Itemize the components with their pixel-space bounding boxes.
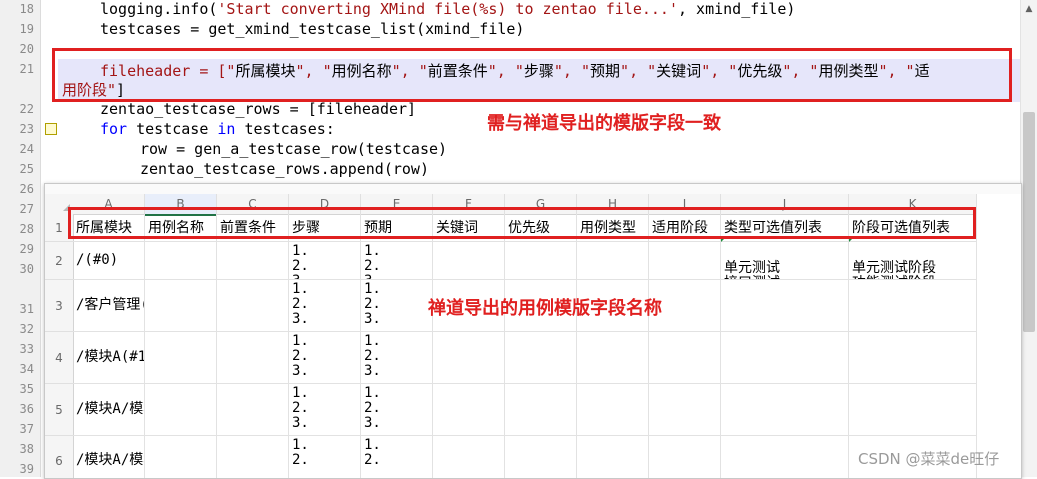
line-number: 29	[19, 242, 34, 256]
sheet-cell[interactable]	[849, 280, 977, 332]
sheet-cell[interactable]: 1. 2. 3.	[289, 280, 361, 332]
sheet-cell[interactable]	[433, 242, 505, 280]
line-number: 35	[19, 382, 34, 396]
annotation-template-match: 需与禅道导出的模版字段一致	[487, 113, 721, 134]
sheet-cell[interactable]	[217, 242, 289, 280]
sheet-cell[interactable]: 单元测试 接口测试	[721, 242, 849, 280]
row-header[interactable]: 5	[45, 384, 74, 436]
line-number: 31	[19, 302, 34, 316]
line-number: 18	[19, 2, 34, 16]
sheet-cell[interactable]: 1. 2. 3.	[361, 384, 433, 436]
sheet-cell[interactable]: 1. 2. 3.	[361, 280, 433, 332]
line-number: 20	[19, 42, 34, 56]
sheet-cell[interactable]: 1. 2.	[361, 436, 433, 478]
sheet-cell[interactable]	[217, 280, 289, 332]
row-header[interactable]: 2	[45, 242, 74, 280]
line-number: 27	[19, 202, 34, 216]
sheet-cell[interactable]	[849, 332, 977, 384]
line-number: 21	[19, 62, 34, 76]
sheet-cell[interactable]: 1. 2. 3.	[289, 242, 361, 280]
line-number: 28	[19, 222, 34, 236]
scroll-up-icon[interactable]: ▲	[1024, 4, 1034, 14]
sheet-cell[interactable]: 单元测试阶段 功能测试阶段	[849, 242, 977, 280]
line-number: 30	[19, 262, 34, 276]
line-number: 23	[19, 122, 34, 136]
header-row-highlight-box	[68, 207, 976, 239]
sheet-cell[interactable]	[721, 384, 849, 436]
sheet-cell[interactable]	[217, 436, 289, 478]
sheet-cell[interactable]: 1. 2. 3.	[361, 332, 433, 384]
fileheader-highlight-box	[52, 48, 1012, 102]
sheet-cell[interactable]	[721, 280, 849, 332]
sheet-cell[interactable]	[577, 436, 649, 478]
code-line-22[interactable]: zentao_testcase_rows = [fileheader]	[100, 100, 416, 118]
line-number: 33	[19, 342, 34, 356]
sheet-cell[interactable]	[505, 384, 577, 436]
sheet-cell[interactable]	[649, 436, 721, 478]
sheet-cell[interactable]	[217, 384, 289, 436]
line-number: 34	[19, 362, 34, 376]
sheet-cell[interactable]	[577, 384, 649, 436]
code-line-19[interactable]: testcases = get_xmind_testcase_list(xmin…	[100, 20, 524, 38]
scrollbar-thumb[interactable]	[1023, 112, 1035, 332]
row-header[interactable]: 4	[45, 332, 74, 384]
line-number: 22	[19, 102, 34, 116]
row-header[interactable]: 6	[45, 436, 74, 478]
line-number: 36	[19, 402, 34, 416]
sheet-cell[interactable]	[649, 384, 721, 436]
sheet-cell[interactable]	[577, 332, 649, 384]
line-number: 24	[19, 142, 34, 156]
sheet-cell[interactable]: /(#0)	[73, 242, 145, 280]
line-number: 26	[19, 182, 34, 196]
row-header[interactable]: 3	[45, 280, 74, 332]
sheet-cell[interactable]: /模块A(#103)	[73, 332, 145, 384]
line-number: 25	[19, 162, 34, 176]
line-number: 32	[19, 322, 34, 336]
sheet-cell[interactable]: /模块A/模块A01(#109)	[73, 384, 145, 436]
line-number: 37	[19, 422, 34, 436]
sheet-cell[interactable]	[649, 332, 721, 384]
code-line-23[interactable]: for testcase in testcases:	[100, 120, 335, 138]
sheet-cell[interactable]	[145, 384, 217, 436]
sheet-cell[interactable]	[577, 242, 649, 280]
sheet-cell[interactable]: 1. 2. 3.	[289, 332, 361, 384]
code-line-25[interactable]: zentao_testcase_rows.append(row)	[140, 160, 429, 178]
sheet-cell[interactable]	[721, 332, 849, 384]
sheet-cell[interactable]: 1. 2. 3.	[361, 242, 433, 280]
sheet-cell[interactable]	[721, 436, 849, 478]
sheet-cell[interactable]	[217, 332, 289, 384]
sheet-cell[interactable]: 1. 2.	[289, 436, 361, 478]
sheet-cell[interactable]	[145, 436, 217, 478]
sheet-cell[interactable]: 1. 2. 3.	[289, 384, 361, 436]
sheet-cell[interactable]	[505, 242, 577, 280]
sheet-cell[interactable]	[145, 280, 217, 332]
sheet-cell[interactable]	[505, 332, 577, 384]
sheet-cell[interactable]	[145, 332, 217, 384]
code-line-18[interactable]: logging.info('Start converting XMind fil…	[100, 0, 795, 18]
sheet-cell[interactable]	[145, 242, 217, 280]
sheet-cell[interactable]	[849, 384, 977, 436]
sheet-cell[interactable]	[505, 436, 577, 478]
sheet-cell[interactable]	[433, 436, 505, 478]
sheet-cell[interactable]: /模块A/模块A02(#110)	[73, 436, 145, 478]
annotation-zentao-fields: 禅道导出的用例模版字段名称	[428, 298, 662, 319]
line-number: 19	[19, 22, 34, 36]
fold-marker-icon[interactable]	[45, 123, 57, 135]
code-line-24[interactable]: row = gen_a_testcase_row(testcase)	[140, 140, 447, 158]
sheet-cell[interactable]	[433, 332, 505, 384]
sheet-cell[interactable]	[433, 384, 505, 436]
line-number: 38	[19, 442, 34, 456]
line-number: 39	[19, 462, 34, 476]
sheet-cell[interactable]	[649, 242, 721, 280]
vertical-scrollbar[interactable]: ▲	[1020, 0, 1037, 477]
sheet-toolbar-strip	[45, 184, 1021, 194]
watermark: CSDN @菜菜de旺仔	[858, 450, 1000, 468]
sheet-cell[interactable]: /客户管理(#102)	[73, 280, 145, 332]
